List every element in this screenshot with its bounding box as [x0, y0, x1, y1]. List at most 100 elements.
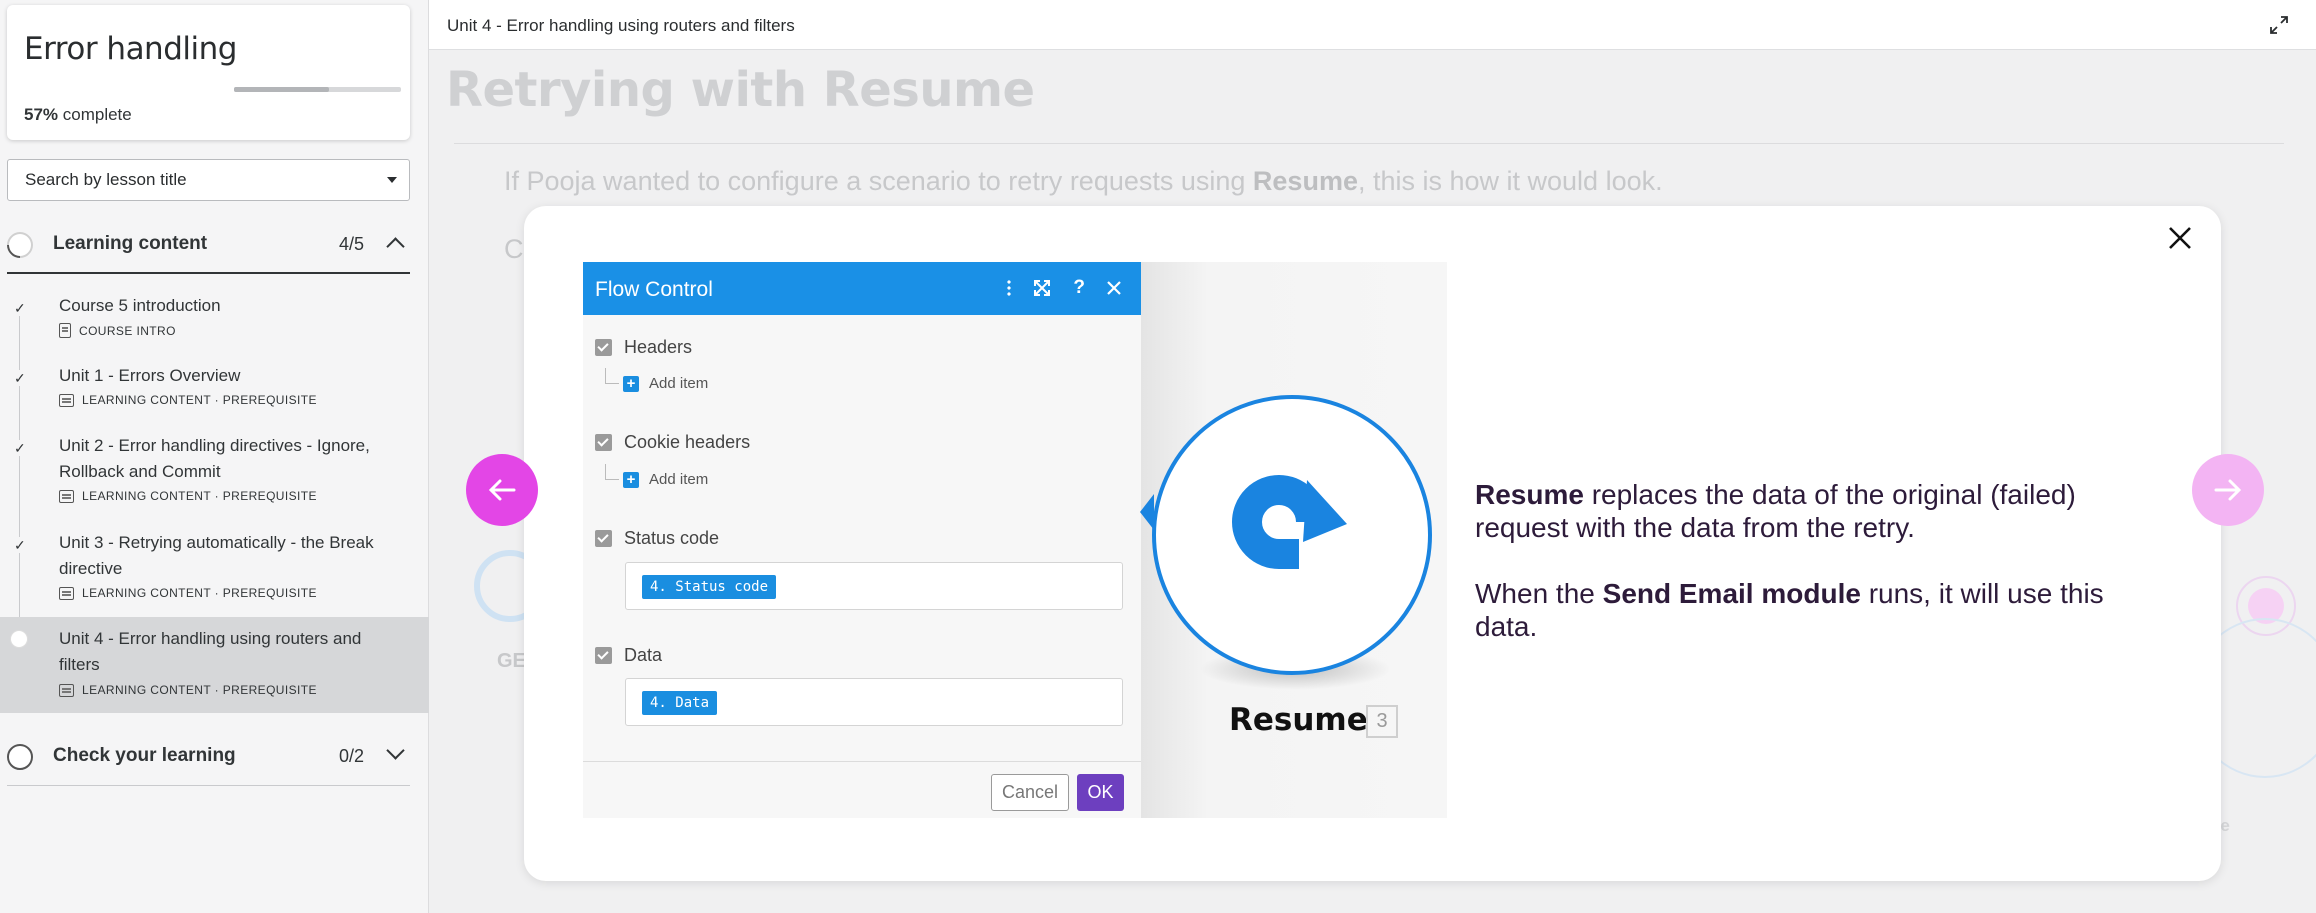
dialog-header-icons: ?: [1007, 274, 1121, 302]
dialog-title: Flow Control: [595, 278, 713, 301]
add-item-button[interactable]: + Add item: [623, 471, 708, 488]
lesson-title: Unit 3 - Retrying automatically - the Br…: [59, 533, 374, 578]
check-icon: ✓: [14, 300, 26, 316]
lesson-title: Unit 4 - Error handling using routers an…: [59, 629, 362, 674]
description-paragraph: Resume replaces the data of the original…: [1475, 478, 2165, 544]
previous-button[interactable]: [466, 454, 538, 526]
lesson-item-unit-3[interactable]: ✓ Unit 3 - Retrying automatically - the …: [0, 527, 429, 617]
plus-icon: +: [623, 375, 639, 392]
collapse-checkbox[interactable]: [595, 434, 612, 451]
chevron-down-icon[interactable]: [386, 741, 405, 760]
data-token: 4. Data: [642, 691, 718, 715]
lesson-meta: LEARNING CONTENT · PREREQUISITE: [59, 489, 317, 503]
description-text: When the: [1475, 578, 1603, 609]
lesson-meta: COURSE INTRO: [59, 323, 176, 338]
progress-text: 57% complete: [24, 105, 132, 125]
caret-down-icon: [387, 177, 397, 183]
add-item-label: Add item: [649, 375, 709, 392]
current-lesson-dot: [10, 630, 28, 648]
section-label: Check your learning: [53, 745, 236, 766]
status-code-field: Status code: [595, 528, 719, 549]
tree-connector: [605, 368, 619, 384]
heading-divider: [454, 143, 2284, 144]
cookie-headers-field: Cookie headers: [595, 432, 750, 453]
check-icon: ✓: [14, 537, 26, 553]
document-icon: [59, 323, 71, 338]
course-title: Error handling: [24, 31, 237, 67]
section-progress-circle: [1, 226, 39, 264]
close-icon[interactable]: [2168, 226, 2192, 250]
status-code-input[interactable]: 4. Status code: [625, 562, 1123, 610]
paragraph-bold: Resume: [1252, 166, 1358, 196]
lesson-meta-text: LEARNING CONTENT · PREREQUISITE: [82, 489, 317, 503]
help-icon[interactable]: ?: [1073, 277, 1085, 299]
section-check-your-learning[interactable]: Check your learning 0/2: [7, 730, 410, 782]
presentation-icon: [59, 586, 74, 600]
lesson-heading: Retrying with Resume: [446, 62, 1035, 118]
maximize-icon[interactable]: [1033, 279, 1051, 297]
dialog-header: Flow Control ?: [583, 262, 1141, 315]
collapse-checkbox[interactable]: [595, 647, 612, 664]
lesson-title: Unit 2 - Error handling directives - Ign…: [59, 436, 370, 481]
presentation-icon: [59, 683, 74, 697]
arrow-right-icon: [2214, 479, 2242, 501]
data-input[interactable]: 4. Data: [625, 678, 1123, 726]
lesson-search-select[interactable]: Search by lesson title: [7, 159, 410, 201]
next-button[interactable]: [2192, 454, 2264, 526]
description-paragraph: When the Send Email module runs, it will…: [1475, 577, 2165, 643]
add-item-label: Add item: [649, 471, 709, 488]
modal-description: Resume replaces the data of the original…: [1475, 478, 2165, 676]
headers-field: Headers: [595, 337, 692, 358]
arrow-left-icon: [488, 479, 516, 501]
section-label: Learning content: [53, 233, 208, 254]
dialog-footer-divider: [583, 761, 1141, 762]
check-icon: ✓: [14, 440, 26, 456]
progress-percent: 57%: [24, 105, 59, 124]
course-sidebar: Error handling 57% complete Search by le…: [0, 0, 429, 913]
paragraph-text: If Pooja wanted to configure a scenario …: [504, 166, 1253, 196]
resume-arrow-icon: [1232, 475, 1347, 569]
section-divider: [7, 785, 410, 786]
expand-icon[interactable]: [2270, 16, 2288, 34]
progress-bar: [234, 87, 401, 92]
lesson-meta-text: LEARNING CONTENT · PREREQUISITE: [82, 683, 317, 697]
add-item-button[interactable]: + Add item: [623, 375, 708, 392]
cancel-button[interactable]: Cancel: [991, 774, 1069, 811]
lesson-item-unit-2[interactable]: ✓ Unit 2 - Error handling directives - I…: [0, 430, 429, 520]
collapse-checkbox[interactable]: [595, 530, 612, 547]
field-label: Status code: [624, 528, 720, 548]
close-icon[interactable]: [1107, 281, 1121, 295]
lesson-search-placeholder: Search by lesson title: [25, 170, 187, 189]
module-number-badge: 3: [1366, 705, 1398, 738]
chevron-up-icon[interactable]: [386, 237, 405, 256]
lesson-meta: LEARNING CONTENT · PREREQUISITE: [59, 393, 317, 407]
background-module-label: GE: [497, 650, 526, 672]
check-icon: ✓: [14, 370, 26, 386]
lesson-meta: LEARNING CONTENT · PREREQUISITE: [59, 683, 317, 697]
lesson-item-unit-1[interactable]: ✓ Unit 1 - Errors Overview LEARNING CONT…: [0, 360, 429, 420]
collapse-checkbox[interactable]: [595, 339, 612, 356]
status-code-token: 4. Status code: [642, 575, 777, 599]
ok-button[interactable]: OK: [1077, 774, 1124, 811]
description-bold: Send Email module: [1602, 578, 1861, 609]
module-label: Resume: [1229, 702, 1368, 738]
lesson-item-course-intro[interactable]: ✓ Course 5 introduction COURSE INTRO: [0, 290, 429, 350]
lesson-item-unit-4-current[interactable]: Unit 4 - Error handling using routers an…: [0, 617, 429, 713]
more-options-icon[interactable]: [1007, 279, 1012, 297]
flow-control-dialog: Flow Control ? Headers + Add item Cookie…: [583, 262, 1141, 818]
lesson-meta: LEARNING CONTENT · PREREQUISITE: [59, 586, 317, 600]
flow-control-illustration: Flow Control ? Headers + Add item Cookie…: [583, 262, 1447, 818]
lesson-meta-text: COURSE INTRO: [79, 323, 176, 338]
lesson-paragraph: If Pooja wanted to configure a scenario …: [504, 166, 1663, 197]
data-field: Data: [595, 645, 662, 666]
progress-suffix: complete: [58, 105, 132, 124]
presentation-icon: [59, 393, 74, 407]
presentation-icon: [59, 489, 74, 503]
lesson-meta-text: LEARNING CONTENT · PREREQUISITE: [82, 586, 317, 600]
description-bold: Resume: [1475, 479, 1584, 510]
section-learning-content[interactable]: Learning content 4/5: [1, 218, 410, 270]
lesson-title: Unit 1 - Errors Overview: [59, 366, 241, 385]
section-count: 4/5: [338, 234, 364, 254]
field-label: Cookie headers: [624, 432, 751, 452]
lesson-title: Course 5 introduction: [59, 296, 221, 315]
